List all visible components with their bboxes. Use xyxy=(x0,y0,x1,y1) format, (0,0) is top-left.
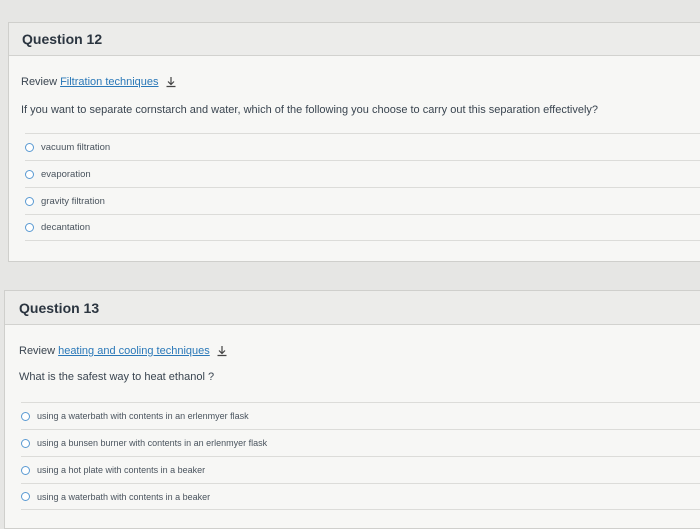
radio-button[interactable] xyxy=(25,142,34,152)
question-12-review: Review Filtration techniques xyxy=(21,76,177,88)
option-label: gravity filtration xyxy=(41,195,105,207)
question-13-prompt: What is the safest way to heat ethanol ? xyxy=(19,371,215,383)
question-12-options: vacuum filtration evaporation gravity fi… xyxy=(9,133,700,241)
option-bunsen-erlenmyer[interactable]: using a bunsen burner with contents in a… xyxy=(21,429,700,456)
radio-button[interactable] xyxy=(21,438,30,448)
download-icon[interactable] xyxy=(216,345,228,357)
question-12-title: Question 12 xyxy=(9,23,700,56)
question-13-card: Question 13 Review heating and cooling t… xyxy=(4,290,700,529)
option-decantation[interactable]: decantation xyxy=(25,214,700,241)
review-label: Review xyxy=(21,76,58,88)
radio-button[interactable] xyxy=(21,411,30,421)
option-label: vacuum filtration xyxy=(41,141,111,153)
download-icon[interactable] xyxy=(165,76,177,88)
radio-button[interactable] xyxy=(21,465,30,475)
radio-button[interactable] xyxy=(25,223,34,232)
quiz-page: Question 12 Review Filtration techniques… xyxy=(0,0,700,529)
option-gravity-filtration[interactable]: gravity filtration xyxy=(25,187,700,214)
option-label: using a bunsen burner with contents in a… xyxy=(37,438,268,448)
radio-button[interactable] xyxy=(25,196,34,206)
review-label: Review xyxy=(19,345,56,357)
question-13-review: Review heating and cooling techniques xyxy=(19,345,228,357)
radio-button[interactable] xyxy=(21,492,30,501)
option-waterbath-beaker[interactable]: using a waterbath with contents in a bea… xyxy=(21,483,700,510)
option-hotplate-beaker[interactable]: using a hot plate with contents in a bea… xyxy=(21,456,700,483)
question-12-prompt: If you want to separate cornstarch and w… xyxy=(21,104,599,116)
question-13-title: Question 13 xyxy=(5,291,700,325)
option-label: decantation xyxy=(41,222,91,233)
option-evaporation[interactable]: evaporation xyxy=(25,160,700,187)
option-label: evaporation xyxy=(41,168,91,180)
option-label: using a hot plate with contents in a bea… xyxy=(37,465,206,475)
radio-button[interactable] xyxy=(25,169,34,179)
heating-cooling-techniques-link[interactable]: heating and cooling techniques xyxy=(58,345,210,357)
option-vacuum-filtration[interactable]: vacuum filtration xyxy=(25,133,700,160)
question-13-options: using a waterbath with contents in an er… xyxy=(5,402,700,510)
option-label: using a waterbath with contents in an er… xyxy=(37,411,249,421)
option-waterbath-erlenmyer[interactable]: using a waterbath with contents in an er… xyxy=(21,402,700,429)
filtration-techniques-link[interactable]: Filtration techniques xyxy=(60,76,158,88)
option-label: using a waterbath with contents in a bea… xyxy=(37,491,211,502)
question-12-card: Question 12 Review Filtration techniques… xyxy=(8,22,700,262)
